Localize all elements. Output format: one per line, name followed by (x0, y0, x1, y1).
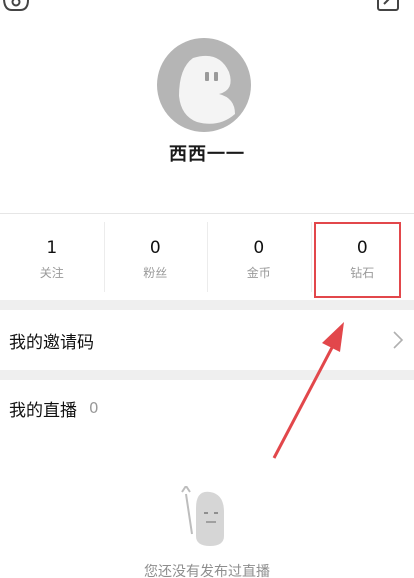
stat-following[interactable]: 1 关注 (0, 214, 104, 300)
settings-icon[interactable] (0, 0, 42, 20)
empty-mascot-icon (181, 486, 224, 546)
live-count: 0 (89, 399, 99, 417)
stat-coins[interactable]: 0 金币 (207, 214, 311, 300)
stat-value: 1 (46, 238, 58, 258)
invite-code-row[interactable]: 我的邀请码 (0, 310, 414, 370)
row-title: 我的直播 (9, 400, 77, 421)
chevron-right-icon (393, 331, 404, 349)
stat-value: 0 (253, 238, 265, 258)
edit-icon[interactable] (374, 0, 402, 18)
section-divider (0, 300, 414, 310)
stat-value: 0 (149, 238, 161, 258)
empty-state-text: 您还没有发布过直播 (144, 564, 270, 578)
username: 西西一一 (169, 144, 245, 165)
row-title: 我的邀请码 (9, 332, 94, 353)
avatar[interactable] (157, 38, 251, 132)
stat-label: 金币 (246, 266, 271, 280)
stat-label: 粉丝 (143, 266, 168, 280)
avatar-face-icon (179, 55, 235, 124)
stat-label: 关注 (39, 266, 64, 280)
stat-fans[interactable]: 0 粉丝 (103, 214, 208, 300)
annotation-highlight-box (314, 222, 401, 298)
my-live-row[interactable]: 我的直播 0 (0, 378, 414, 438)
